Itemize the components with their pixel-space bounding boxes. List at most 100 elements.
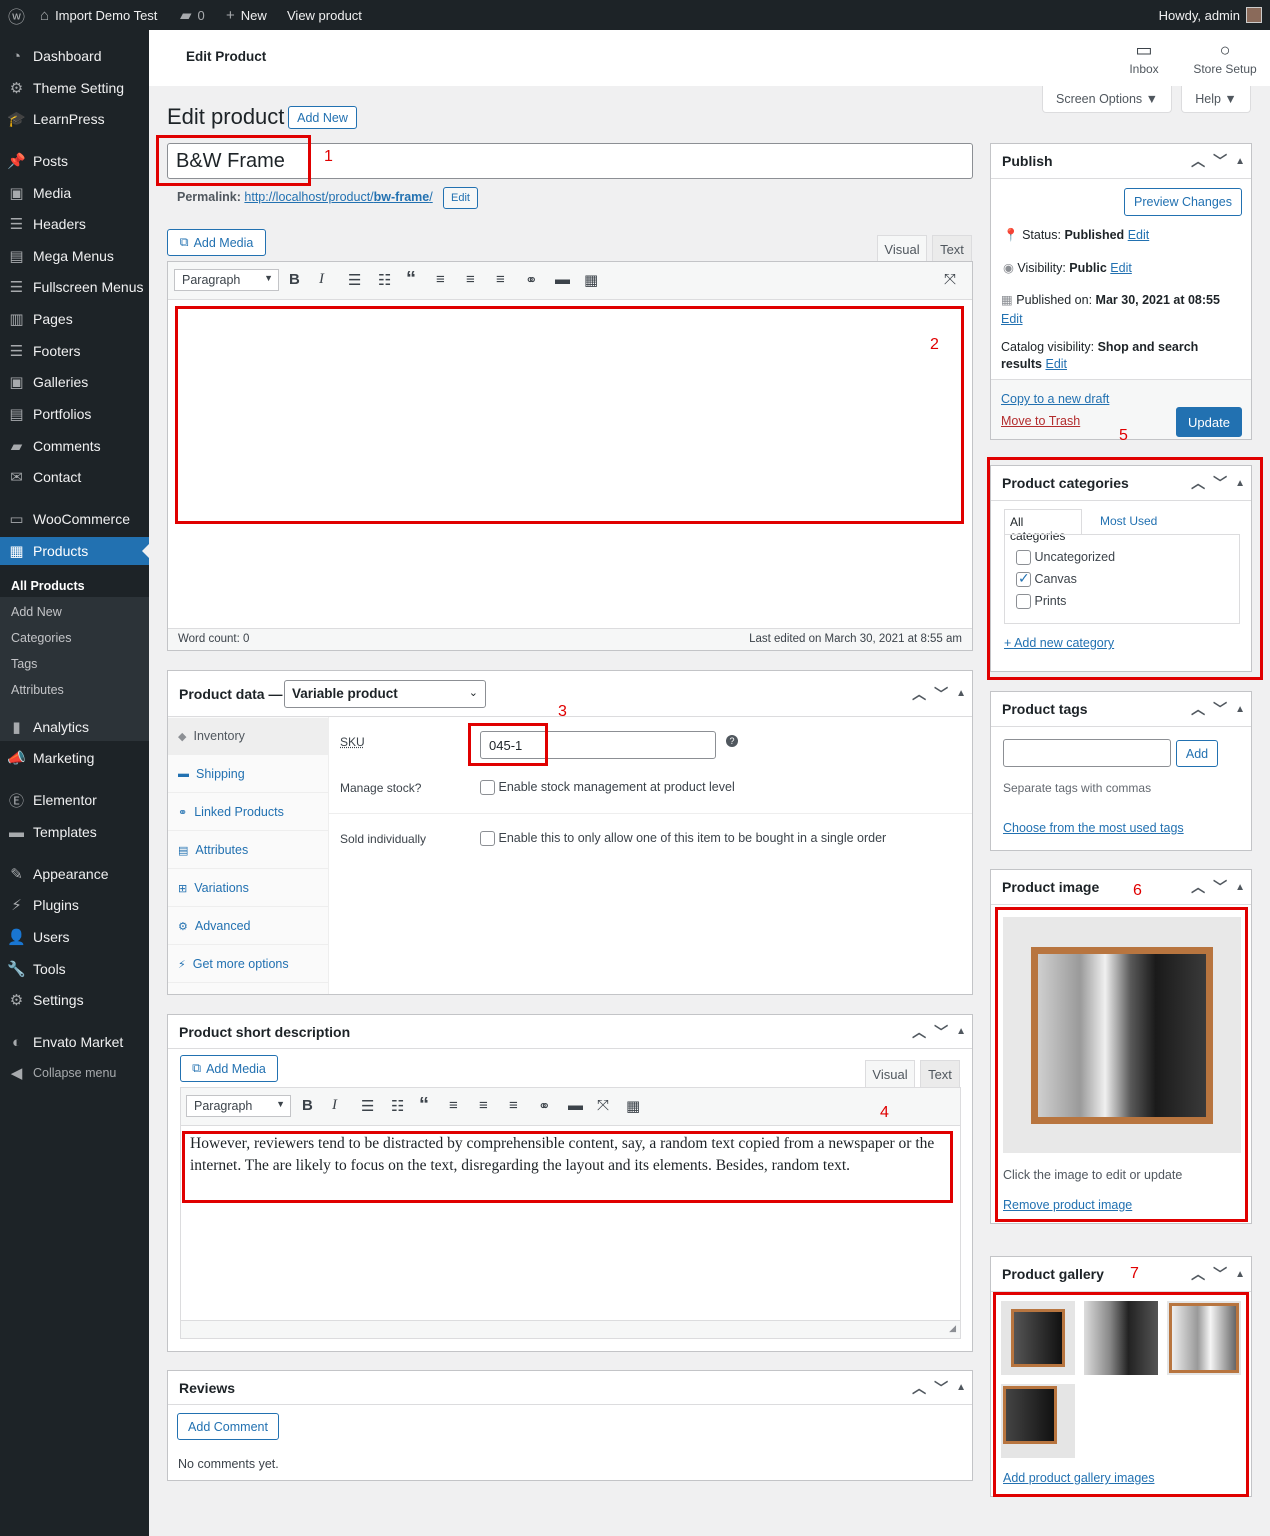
toggle-icon[interactable]: ▲ bbox=[1235, 704, 1245, 715]
menu-item-elementor[interactable]: Ⓔ Elementor bbox=[0, 786, 149, 814]
submenu-add-new[interactable]: Add New bbox=[11, 605, 62, 619]
move-down-icon[interactable]: ﹀ bbox=[934, 1022, 948, 1042]
wordpress-logo-icon[interactable]: ⓦ bbox=[8, 0, 25, 30]
short-add-media-button[interactable]: ⧉ Add Media bbox=[180, 1055, 278, 1082]
help-tip-icon[interactable]: ? bbox=[726, 735, 738, 747]
align-center-icon[interactable]: ≡ bbox=[466, 271, 475, 288]
update-button[interactable]: Update bbox=[1176, 407, 1242, 437]
fullscreen-icon[interactable]: ⤧ bbox=[944, 271, 956, 288]
move-down-icon[interactable]: ﹀ bbox=[1213, 877, 1227, 897]
account-menu[interactable]: Howdy, admin bbox=[1159, 0, 1262, 30]
align-center-icon[interactable]: ≡ bbox=[479, 1097, 488, 1114]
menu-item-settings[interactable]: ⚙ Settings bbox=[0, 986, 149, 1014]
read-more-icon[interactable]: ▬ bbox=[555, 271, 570, 288]
product-data-tab-variations[interactable]: ⊞ Variations bbox=[168, 870, 328, 907]
short-visual-tab[interactable]: Visual bbox=[865, 1060, 915, 1087]
move-up-icon[interactable]: ︿ bbox=[1191, 877, 1205, 897]
menu-item-products[interactable]: ▦ Products bbox=[0, 537, 149, 565]
menu-item-collapse[interactable]: ◀ Collapse menu bbox=[0, 1059, 149, 1087]
toggle-icon[interactable]: ▲ bbox=[1235, 882, 1245, 893]
move-up-icon[interactable]: ︿ bbox=[1191, 699, 1205, 719]
choose-tags-link[interactable]: Choose from the most used tags bbox=[1003, 821, 1184, 835]
menu-item-users[interactable]: 👤 Users bbox=[0, 923, 149, 951]
toggle-icon[interactable]: ▲ bbox=[956, 688, 966, 699]
menu-item-templates[interactable]: ▬ Templates bbox=[0, 818, 149, 846]
add-new-button[interactable]: Add New bbox=[288, 106, 357, 129]
add-media-button[interactable]: ⧉ Add Media bbox=[167, 229, 266, 256]
new-content-link[interactable]: + New bbox=[226, 0, 267, 30]
visual-tab[interactable]: Visual bbox=[877, 235, 927, 262]
fullscreen-icon[interactable]: ⤧ bbox=[597, 1097, 609, 1114]
numbered-list-icon[interactable]: ☷ bbox=[378, 271, 391, 289]
menu-item-marketing[interactable]: 📣 Marketing bbox=[0, 744, 149, 772]
toggle-icon[interactable]: ▲ bbox=[956, 1026, 966, 1037]
permalink-edit-button[interactable]: Edit bbox=[443, 187, 478, 209]
menu-item-headers[interactable]: ☰ Headers bbox=[0, 210, 149, 238]
bullet-list-icon[interactable]: ☰ bbox=[361, 1097, 374, 1115]
italic-icon[interactable]: I bbox=[332, 1097, 337, 1114]
product-data-tab-advanced[interactable]: ⚙ Advanced bbox=[168, 908, 328, 945]
blockquote-icon[interactable]: “ bbox=[406, 268, 416, 291]
link-icon[interactable]: ⚭ bbox=[538, 1097, 551, 1115]
product-type-select[interactable]: Variable product ⌄ bbox=[284, 680, 486, 708]
align-right-icon[interactable]: ≡ bbox=[496, 271, 505, 288]
menu-item-learnpress[interactable]: 🎓 LearnPress bbox=[0, 105, 149, 133]
manage-stock-checkbox[interactable] bbox=[480, 780, 495, 796]
store-setup-button[interactable]: ○ Store Setup bbox=[1189, 40, 1261, 76]
menu-item-envato[interactable]: ◐ Envato Market bbox=[0, 1028, 149, 1056]
align-right-icon[interactable]: ≡ bbox=[509, 1097, 518, 1114]
align-left-icon[interactable]: ≡ bbox=[449, 1097, 458, 1114]
catalog-edit-link[interactable]: Edit bbox=[1045, 357, 1067, 371]
add-comment-button[interactable]: Add Comment bbox=[177, 1413, 279, 1440]
menu-item-plugins[interactable]: ⚡ Plugins bbox=[0, 891, 149, 919]
short-format-select[interactable]: Paragraph ▼ bbox=[186, 1095, 291, 1117]
menu-item-tools[interactable]: 🔧 Tools bbox=[0, 955, 149, 983]
menu-item-pages[interactable]: ▥ Pages bbox=[0, 305, 149, 333]
short-text-tab[interactable]: Text bbox=[920, 1060, 960, 1087]
site-name-link[interactable]: ⌂ Import Demo Test bbox=[40, 0, 157, 30]
toolbar-toggle-icon[interactable]: ▦ bbox=[626, 1097, 640, 1115]
menu-item-dashboard[interactable]: ◔ Dashboard bbox=[0, 42, 149, 70]
move-up-icon[interactable]: ︿ bbox=[1191, 1264, 1205, 1284]
menu-item-woocommerce[interactable]: ▭ WooCommerce bbox=[0, 505, 149, 533]
help-button[interactable]: Help ▼ bbox=[1181, 86, 1251, 113]
menu-item-footers[interactable]: ☰ Footers bbox=[0, 337, 149, 365]
move-down-icon[interactable]: ﹀ bbox=[1213, 699, 1227, 719]
move-down-icon[interactable]: ﹀ bbox=[934, 1378, 948, 1398]
format-select[interactable]: Paragraph ▼ bbox=[174, 269, 279, 291]
comments-link[interactable]: ▰ 0 bbox=[180, 0, 205, 30]
published-edit-link[interactable]: Edit bbox=[1001, 312, 1023, 326]
inbox-button[interactable]: ▭ Inbox bbox=[1124, 40, 1164, 76]
product-data-tab-inventory[interactable]: ◆ Inventory bbox=[168, 718, 328, 755]
read-more-icon[interactable]: ▬ bbox=[568, 1097, 583, 1114]
product-data-tab-attributes[interactable]: ▤ Attributes bbox=[168, 832, 328, 869]
bullet-list-icon[interactable]: ☰ bbox=[348, 271, 361, 289]
toolbar-toggle-icon[interactable]: ▦ bbox=[584, 271, 598, 289]
copy-to-draft-link[interactable]: Copy to a new draft bbox=[1001, 392, 1109, 406]
product-data-tab-linked-products[interactable]: ⚭ Linked Products bbox=[168, 794, 328, 831]
menu-item-media[interactable]: ▣ Media bbox=[0, 179, 149, 207]
sold-individually-checkbox[interactable] bbox=[480, 831, 495, 847]
menu-item-analytics[interactable]: ▮ Analytics bbox=[0, 713, 149, 741]
bold-icon[interactable]: B bbox=[289, 271, 300, 288]
menu-item-theme-setting[interactable]: ⚙ Theme Setting bbox=[0, 74, 149, 102]
permalink-link[interactable]: http://localhost/product/bw-frame/ bbox=[244, 190, 432, 204]
move-to-trash-link[interactable]: Move to Trash bbox=[1001, 414, 1080, 428]
italic-icon[interactable]: I bbox=[319, 271, 324, 288]
product-data-tab-shipping[interactable]: ▬ Shipping bbox=[168, 756, 328, 793]
move-down-icon[interactable]: ﹀ bbox=[1213, 1264, 1227, 1284]
menu-item-portfolios[interactable]: ▤ Portfolios bbox=[0, 400, 149, 428]
visibility-edit-link[interactable]: Edit bbox=[1110, 261, 1132, 275]
blockquote-icon[interactable]: “ bbox=[419, 1094, 429, 1117]
menu-item-posts[interactable]: 📌 Posts bbox=[0, 147, 149, 175]
numbered-list-icon[interactable]: ☷ bbox=[391, 1097, 404, 1115]
submenu-attributes[interactable]: Attributes bbox=[11, 683, 64, 697]
tag-input[interactable] bbox=[1003, 739, 1171, 767]
move-up-icon[interactable]: ︿ bbox=[912, 1378, 926, 1398]
product-data-tab-get-more-options[interactable]: ⚡ Get more options bbox=[168, 946, 328, 983]
move-up-icon[interactable]: ︿ bbox=[912, 1022, 926, 1042]
menu-item-appearance[interactable]: ✎ Appearance bbox=[0, 860, 149, 888]
toggle-icon[interactable]: ▲ bbox=[1235, 1269, 1245, 1280]
view-product-link[interactable]: View product bbox=[287, 0, 362, 30]
link-icon[interactable]: ⚭ bbox=[525, 271, 538, 289]
